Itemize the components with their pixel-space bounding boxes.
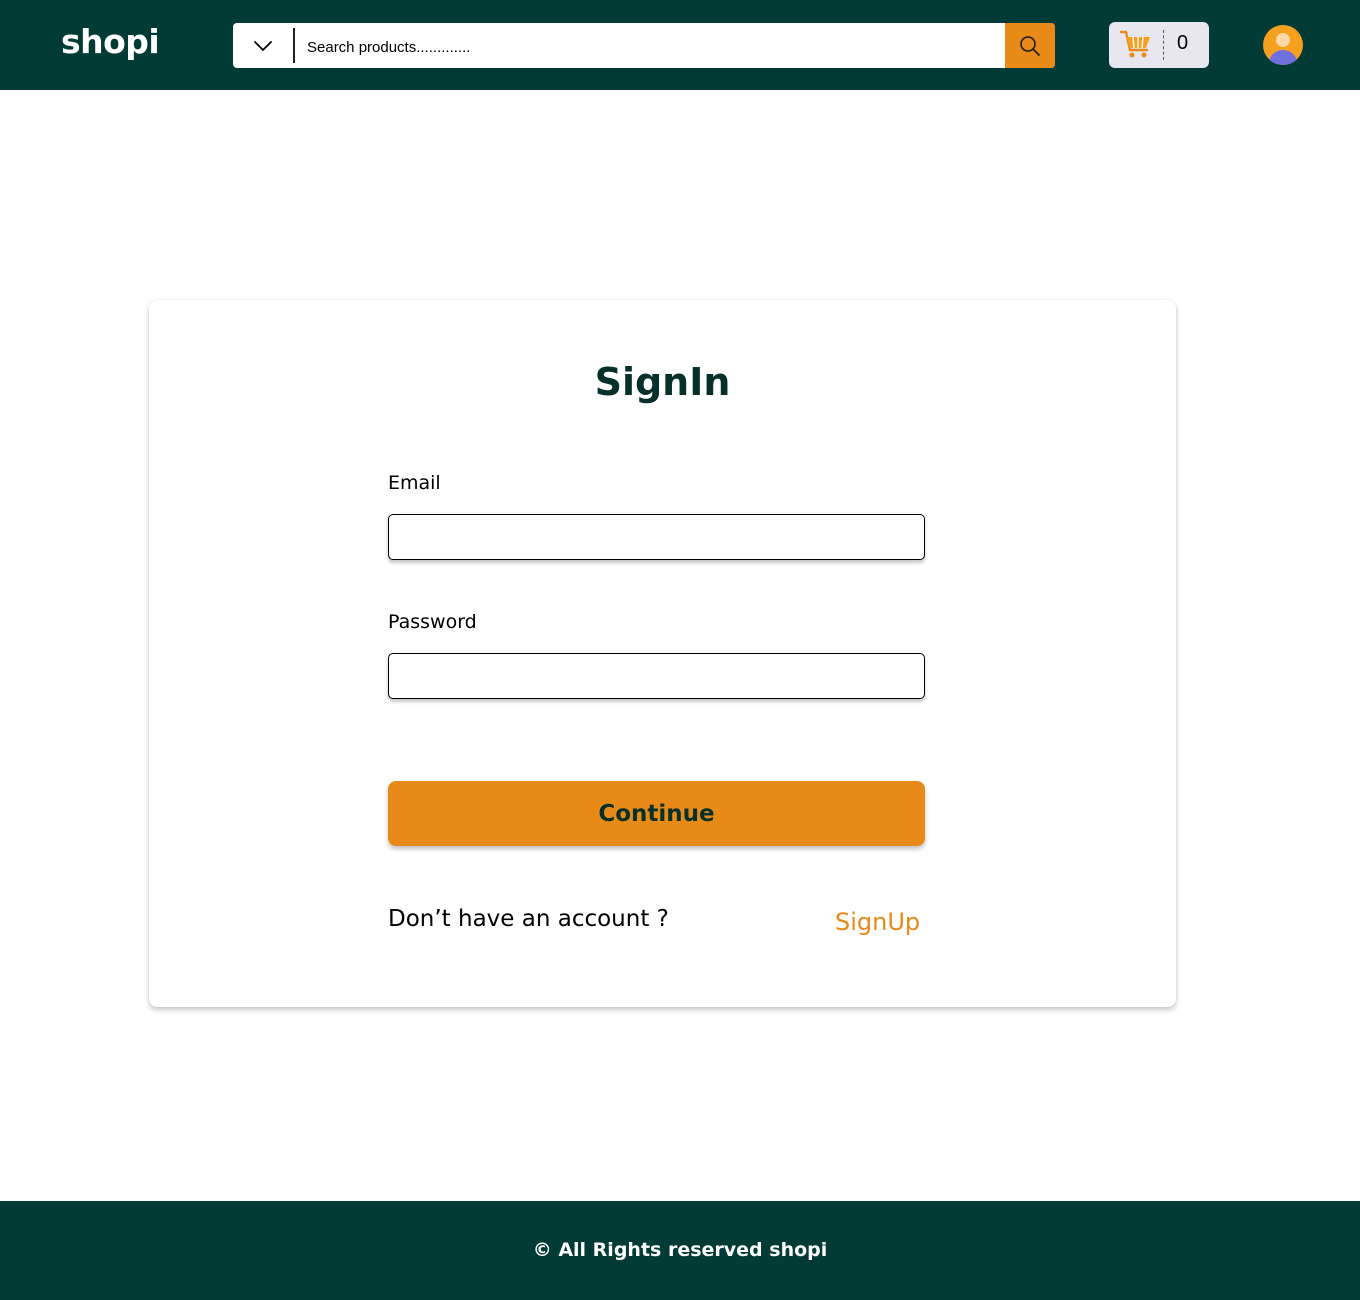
chevron-down-icon <box>254 40 272 51</box>
footer: © All Rights reserved shopi <box>0 1201 1360 1300</box>
cart-button[interactable]: 0 <box>1109 22 1209 68</box>
user-avatar-icon <box>1263 25 1303 65</box>
search-icon <box>1020 35 1040 56</box>
category-dropdown[interactable] <box>233 23 293 68</box>
no-account-prompt: Don’t have an account ? <box>388 906 669 932</box>
email-field[interactable] <box>388 514 925 560</box>
password-label: Password <box>388 611 477 633</box>
signin-card: SignIn Email Password Continue Don’t hav… <box>149 300 1176 1007</box>
cart-divider <box>1163 30 1164 60</box>
shopi-logo[interactable]: shopi <box>61 22 160 61</box>
search-button[interactable] <box>1005 23 1055 68</box>
shopping-cart-icon <box>1119 30 1150 58</box>
continue-button[interactable]: Continue <box>388 781 925 846</box>
top-navbar: shopi 0 <box>0 0 1360 90</box>
copyright-text: © All Rights reserved shopi <box>532 1239 828 1261</box>
page-title: SignIn <box>594 360 731 404</box>
search-input[interactable] <box>295 23 1005 68</box>
search-bar <box>233 23 1055 68</box>
email-label: Email <box>388 472 441 494</box>
password-field[interactable] <box>388 653 925 699</box>
cart-count: 0 <box>1177 32 1189 54</box>
user-avatar[interactable] <box>1262 24 1304 66</box>
signup-link[interactable]: SignUp <box>835 908 920 936</box>
